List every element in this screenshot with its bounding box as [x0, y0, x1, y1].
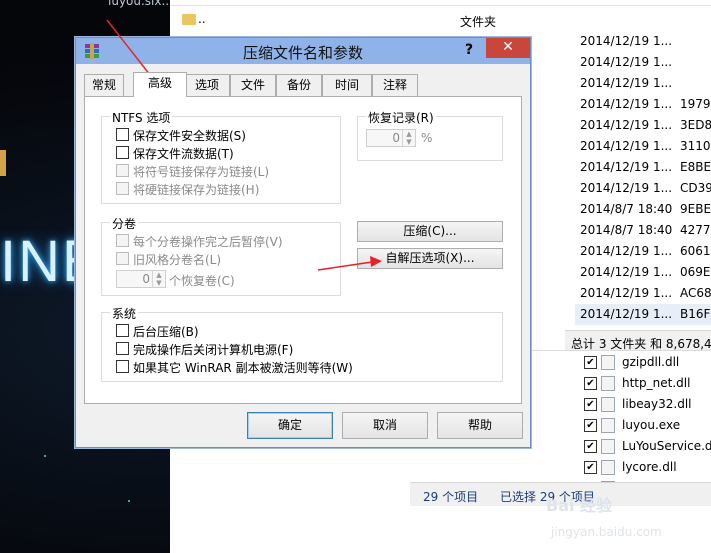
tab-advanced[interactable]: 高级 — [133, 72, 187, 97]
screen: luyou.six... INE .. 文件夹 2014/12/19 1... 2… — [0, 0, 711, 553]
arrow-head — [370, 256, 382, 267]
baidu-logo: Bai 经验 — [546, 496, 613, 515]
arrow-to-sfx-button — [317, 261, 373, 271]
arrow-to-advanced-tab — [106, 19, 155, 81]
annotation-arrows — [106, 19, 382, 271]
watermark-url: jingyan.baidu.com — [551, 525, 662, 539]
